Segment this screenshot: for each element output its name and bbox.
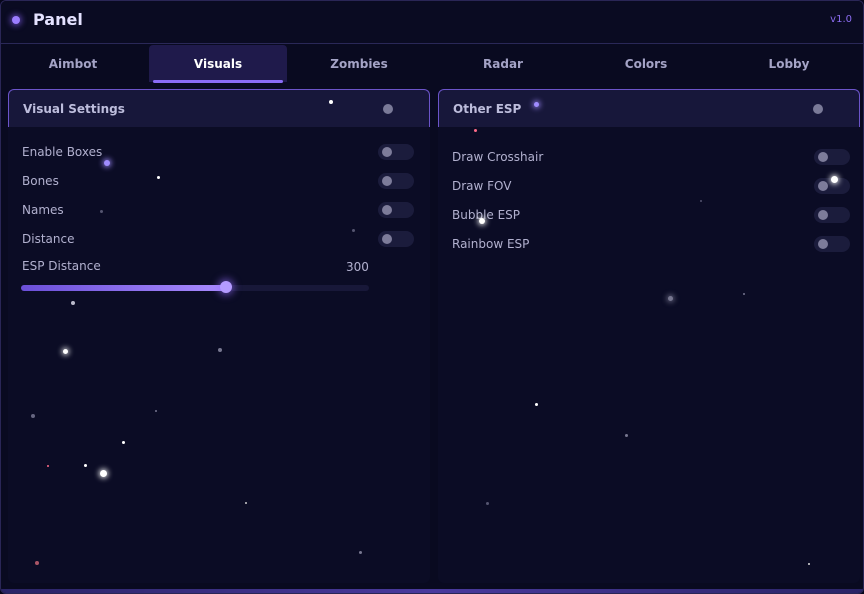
esp-distance-slider[interactable]	[21, 281, 369, 293]
version-label: v1.0	[830, 14, 852, 25]
particle-star	[667, 295, 673, 301]
tab-label: Radar	[483, 56, 523, 71]
toggle-knob	[382, 234, 392, 244]
particle-star	[155, 410, 157, 412]
setting-label-rainbow-esp: Rainbow ESP	[452, 237, 530, 251]
toggle-knob	[382, 147, 392, 157]
setting-label-bubble-esp: Bubble ESP	[452, 208, 521, 222]
visual-settings-panel: Visual Settings Enable Boxes Bones Names…	[8, 89, 430, 583]
tab-label: Lobby	[768, 56, 810, 71]
slider-thumb[interactable]	[220, 281, 233, 293]
panel-window: Panel v1.0 Aimbot Visuals Zombies Radar …	[0, 0, 864, 594]
other-esp-panel: Other ESP Draw Crosshair Draw FOV Bubble…	[438, 89, 860, 583]
toggle-knob	[382, 205, 392, 215]
particle-star	[534, 402, 538, 406]
particle-star	[533, 101, 539, 107]
draw-crosshair-toggle[interactable]	[814, 149, 850, 165]
rainbow-esp-toggle[interactable]	[814, 236, 850, 252]
particle-star	[830, 175, 838, 183]
particle-star	[624, 433, 628, 437]
particle-star	[329, 100, 333, 104]
particle-star	[31, 414, 35, 418]
particle-star	[71, 301, 75, 305]
other-esp-header[interactable]: Other ESP	[438, 89, 860, 127]
esp-distance-value: 300	[346, 260, 369, 274]
esp-distance-label: ESP Distance	[22, 259, 101, 273]
particle-star	[99, 209, 103, 213]
names-toggle[interactable]	[378, 202, 414, 218]
particle-star	[808, 563, 810, 565]
panel-title: Visual Settings	[23, 102, 125, 116]
setting-label-draw-crosshair: Draw Crosshair	[452, 150, 544, 164]
particle-star	[47, 465, 49, 467]
tab-label: Aimbot	[48, 56, 98, 71]
tab-label: Visuals	[193, 56, 243, 71]
particle-star	[35, 561, 39, 565]
collapse-dot-icon[interactable]	[813, 104, 823, 114]
slider-fill	[21, 285, 227, 291]
tab-radar[interactable]: Radar	[433, 45, 573, 82]
distance-toggle[interactable]	[378, 231, 414, 247]
toggle-knob	[818, 152, 828, 162]
visual-settings-header[interactable]: Visual Settings	[8, 89, 430, 127]
particle-star	[351, 228, 355, 232]
tab-colors[interactable]: Colors	[576, 45, 716, 82]
setting-label-names: Names	[22, 203, 64, 217]
tab-lobby[interactable]: Lobby	[719, 45, 859, 82]
collapse-dot-icon[interactable]	[383, 104, 393, 114]
particle-star	[743, 293, 745, 295]
status-dot-icon	[12, 16, 20, 24]
toggle-knob	[818, 239, 828, 249]
setting-label-draw-fov: Draw FOV	[452, 179, 512, 193]
toggle-knob	[818, 181, 828, 191]
particle-star	[700, 200, 702, 202]
tab-zombies[interactable]: Zombies	[289, 45, 429, 82]
tab-visuals[interactable]: Visuals	[149, 45, 287, 83]
particle-star	[121, 440, 125, 444]
panel-title: Other ESP	[453, 102, 522, 116]
particle-star	[99, 469, 107, 477]
window-title: Panel	[33, 10, 83, 29]
particle-star	[83, 463, 87, 467]
particle-star	[479, 218, 485, 224]
particle-star	[485, 501, 489, 505]
toggle-knob	[382, 176, 392, 186]
particle-star	[245, 502, 247, 504]
particle-star	[218, 348, 222, 352]
setting-label-distance: Distance	[22, 232, 75, 246]
toggle-knob	[818, 210, 828, 220]
tab-label: Zombies	[330, 56, 388, 71]
tab-bar: Aimbot Visuals Zombies Radar Colors Lobb…	[1, 44, 863, 84]
bubble-esp-toggle[interactable]	[814, 207, 850, 223]
enable-boxes-toggle[interactable]	[378, 144, 414, 160]
particle-star	[358, 550, 362, 554]
bottom-accent-bar	[1, 589, 863, 593]
particle-star	[104, 160, 110, 166]
particle-star	[473, 128, 477, 132]
tab-label: Colors	[624, 56, 668, 71]
bones-toggle[interactable]	[378, 173, 414, 189]
tab-aimbot[interactable]: Aimbot	[3, 45, 143, 82]
particle-star	[156, 175, 160, 179]
setting-label-enable-boxes: Enable Boxes	[22, 145, 103, 159]
particle-star	[62, 348, 68, 354]
setting-label-bones: Bones	[22, 174, 59, 188]
title-bar[interactable]: Panel v1.0	[1, 1, 863, 44]
